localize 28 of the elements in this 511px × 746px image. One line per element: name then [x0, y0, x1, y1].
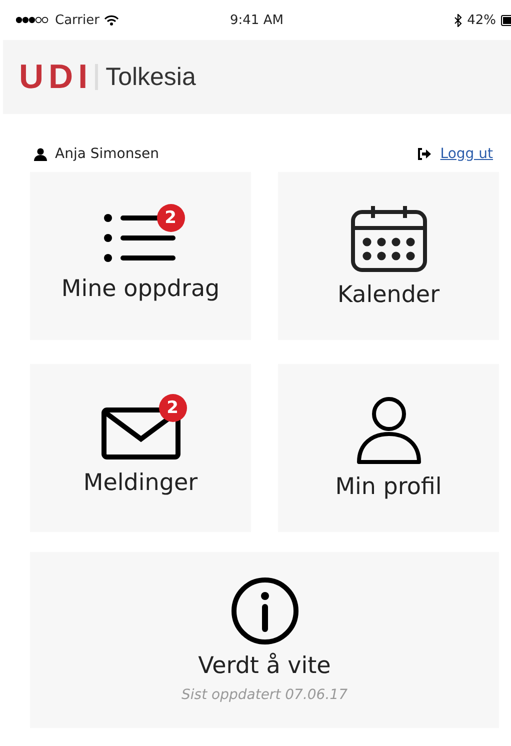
menu-tile[interactable]: Min profil: [278, 364, 499, 532]
tile-label: Min profil: [335, 474, 442, 500]
tile-label: Mine oppdrag: [61, 276, 220, 302]
app-name: Tolkesia: [106, 62, 196, 92]
person-icon: [356, 396, 422, 464]
logout-icon: [417, 148, 432, 160]
tile-label: Kalender: [337, 282, 440, 308]
menu-tile[interactable]: Verdt å vite Sist oppdatert 07.06.17: [30, 552, 499, 728]
bluetooth-icon: [454, 14, 462, 26]
battery-percent: 42%: [467, 12, 496, 28]
count-badge: 2: [156, 204, 184, 232]
tile-label: Meldinger: [83, 470, 198, 496]
user-name: Anja Simonsen: [55, 146, 160, 162]
menu-tile[interactable]: Kalender: [278, 172, 499, 340]
calendar-icon: [350, 204, 426, 272]
logout-link[interactable]: Logg ut: [440, 146, 493, 162]
carrier-name: Carrier: [55, 12, 100, 28]
signal-icon: [16, 16, 50, 24]
status-time: 9:41 AM: [230, 12, 284, 28]
menu-tile[interactable]: 2 Mine oppdrag: [30, 172, 251, 340]
wifi-icon: [104, 14, 120, 26]
udi-logo: UDI: [19, 58, 93, 96]
menu-tile[interactable]: 2 Meldinger: [30, 364, 251, 532]
count-badge: 2: [158, 394, 186, 422]
user-icon: [34, 148, 47, 160]
update-note: Sist oppdatert 07.06.17: [182, 687, 348, 703]
info-icon: [230, 577, 298, 645]
tile-label: Verdt å vite: [198, 653, 331, 679]
